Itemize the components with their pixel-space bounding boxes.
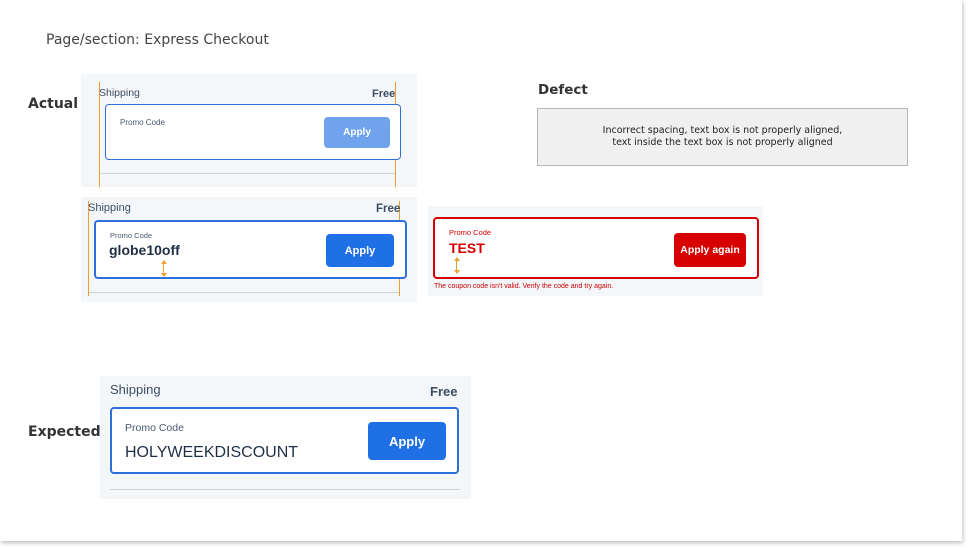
alignment-guide-left [88, 201, 89, 296]
shipping-free-value: Free [376, 203, 401, 215]
shipping-label: Shipping [99, 87, 140, 99]
defect-title: Defect [538, 82, 588, 98]
promo-code-label: Promo Code [120, 118, 165, 127]
expected-screenshot: Shipping Free Promo Code HOLYWEEKDISCOUN… [100, 376, 471, 499]
promo-code-label: Promo Code [110, 231, 153, 240]
divider-line [101, 173, 395, 174]
expected-label: Expected [28, 424, 101, 440]
actual-label: Actual [28, 96, 79, 112]
promo-code-value[interactable]: TEST [449, 240, 485, 256]
promo-code-field[interactable]: Promo Code globe10off Apply [94, 220, 407, 279]
spacing-arrow-down-icon [161, 273, 167, 277]
defect-description-line-1: Incorrect spacing, text box is not prope… [602, 125, 843, 136]
promo-code-field-error[interactable]: Promo Code TEST Apply again [433, 217, 759, 279]
promo-code-label: Promo Code [125, 422, 184, 434]
promo-code-field[interactable]: Promo Code Apply [105, 104, 401, 160]
spacing-arrow-up-icon [454, 257, 460, 261]
shipping-label: Shipping [110, 382, 161, 397]
defect-description-box: Incorrect spacing, text box is not prope… [537, 108, 908, 166]
promo-error-message: The coupon code isn't valid. Verify the … [434, 283, 614, 290]
apply-button[interactable]: Apply [368, 422, 446, 460]
promo-code-field[interactable]: Promo Code HOLYWEEKDISCOUNT Apply [110, 407, 459, 474]
spacing-arrow-up-icon [161, 260, 167, 264]
promo-code-value[interactable]: globe10off [109, 242, 180, 258]
actual-screenshot-error: Promo Code TEST Apply again The coupon c… [428, 206, 763, 296]
apply-button[interactable]: Apply [326, 234, 394, 267]
apply-button[interactable]: Apply [324, 117, 390, 148]
actual-screenshot-empty: Shipping Free Promo Code Apply [81, 74, 417, 187]
defect-description-line-2: text inside the text box is not properly… [612, 137, 833, 148]
shipping-label: Shipping [88, 202, 131, 214]
shipping-free-value: Free [430, 384, 458, 399]
shipping-free-value: Free [372, 88, 396, 100]
spacing-arrow-down-icon [454, 270, 460, 274]
actual-screenshot-filled: Shipping Free Promo Code globe10off Appl… [81, 197, 417, 302]
slide: Page/section: Express Checkout Actual Ex… [0, 0, 962, 541]
divider-line [89, 292, 399, 293]
promo-code-value[interactable]: HOLYWEEKDISCOUNT [125, 444, 298, 462]
apply-again-button[interactable]: Apply again [674, 233, 746, 267]
promo-code-label: Promo Code [449, 228, 492, 237]
page-title: Page/section: Express Checkout [46, 32, 269, 48]
divider-line [110, 489, 460, 490]
